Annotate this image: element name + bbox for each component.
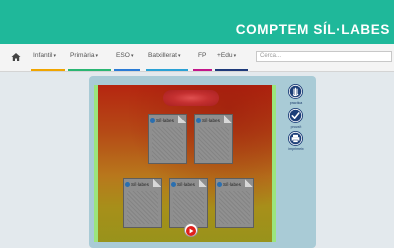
syllable-card[interactable]: Síl·labes xyxy=(169,178,208,228)
nav-item-label: Infantil xyxy=(33,52,53,59)
nav-item-label: ESO xyxy=(116,52,130,59)
nav-item-eso[interactable]: ESO▾ xyxy=(114,52,140,71)
nav-item-batxillerat[interactable]: Batxillerat▾ xyxy=(146,52,188,71)
game-area: Síl·labes Síl·labes Síl·labes Síl·labes … xyxy=(98,85,272,242)
nav-color-bar xyxy=(193,69,212,71)
card-label: Síl·labes xyxy=(202,118,220,123)
nav-item-label: Batxillerat xyxy=(148,52,177,59)
card-caption: Síl·labes xyxy=(196,118,220,124)
card-label: Síl·labes xyxy=(131,182,149,187)
card-caption: Síl·labes xyxy=(150,118,174,124)
card-caption: Síl·labes xyxy=(217,182,241,188)
card-pattern xyxy=(173,191,204,224)
syllable-card[interactable]: Síl·labes xyxy=(194,114,233,164)
card-pattern xyxy=(152,127,183,160)
card-fold xyxy=(224,115,232,123)
nav-item-fp[interactable]: FP xyxy=(193,52,212,71)
home-icon[interactable] xyxy=(11,52,21,62)
nav-item-label: +Edu xyxy=(217,52,233,59)
play-icon xyxy=(186,226,196,236)
chevron-down-icon: ▾ xyxy=(233,53,237,59)
card-fold xyxy=(199,179,207,187)
card-fold xyxy=(178,115,186,123)
card-pattern xyxy=(198,127,229,160)
site-header: COMPTEM SÍL·LABES xyxy=(0,0,394,44)
game-frame: Síl·labes Síl·labes Síl·labes Síl·labes … xyxy=(94,85,276,242)
card-label: Síl·labes xyxy=(156,118,174,123)
nav-color-bar xyxy=(68,69,111,71)
word-slot[interactable] xyxy=(163,90,219,106)
nav-item-label: FP xyxy=(198,52,207,59)
hand-icon xyxy=(288,84,303,99)
speaker-icon[interactable] xyxy=(150,118,155,124)
search-input[interactable]: Cerca... xyxy=(256,51,392,62)
card-pattern xyxy=(219,191,250,224)
card-pattern xyxy=(127,191,158,224)
card-fold xyxy=(153,179,161,187)
nav-color-bar xyxy=(31,69,65,71)
card-caption: Síl·labes xyxy=(125,182,149,188)
syllable-card[interactable]: Síl·labes xyxy=(148,114,187,164)
syllable-card[interactable]: Síl·labes xyxy=(123,178,162,228)
card-fold xyxy=(245,179,253,187)
site-title: COMPTEM SÍL·LABES xyxy=(235,22,390,37)
card-caption: Síl·labes xyxy=(171,182,195,188)
chevron-down-icon: ▾ xyxy=(95,53,99,59)
nav-color-bar xyxy=(215,69,248,71)
speaker-icon[interactable] xyxy=(196,118,201,124)
nav-item-label: Primària xyxy=(70,52,95,59)
nav-color-bar xyxy=(114,69,140,71)
practice-button[interactable] xyxy=(288,84,303,99)
test-button[interactable] xyxy=(288,108,303,123)
print-button[interactable] xyxy=(288,131,303,146)
practice-label: practica xyxy=(289,101,303,105)
play-button[interactable] xyxy=(184,223,198,237)
print-label: imprimeix xyxy=(288,147,304,151)
card-label: Síl·labes xyxy=(177,182,195,187)
chevron-down-icon: ▾ xyxy=(177,53,181,59)
chevron-down-icon: ▾ xyxy=(130,53,134,59)
chevron-down-icon: ▾ xyxy=(53,53,56,59)
nav-item-primaria[interactable]: Primària▾ xyxy=(68,52,111,71)
speaker-icon[interactable] xyxy=(217,182,222,188)
printer-icon xyxy=(288,131,303,146)
nav-item-mes-edu[interactable]: +Edu▾ xyxy=(215,52,248,71)
nav-item-infantil[interactable]: Infantil▾ xyxy=(31,52,65,71)
speaker-icon[interactable] xyxy=(125,182,130,188)
nav-color-bar xyxy=(146,69,188,71)
syllable-card[interactable]: Síl·labes xyxy=(215,178,254,228)
speaker-icon[interactable] xyxy=(171,182,176,188)
test-label: prova't xyxy=(290,125,302,129)
card-label: Síl·labes xyxy=(223,182,241,187)
check-icon xyxy=(288,108,303,123)
